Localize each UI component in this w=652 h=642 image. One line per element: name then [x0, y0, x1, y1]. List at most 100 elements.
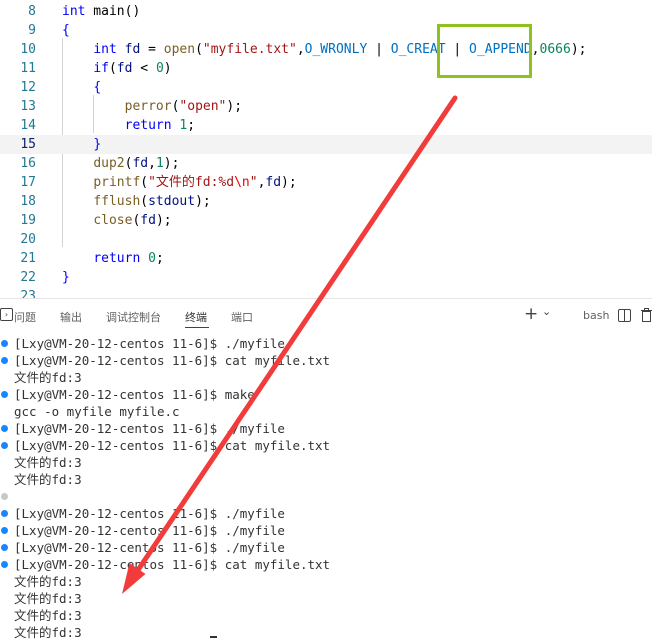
terminal-line: [Lxy@VM-20-12-centos 11-6]$ make [14, 387, 255, 402]
code-line[interactable]: 23 [0, 287, 652, 298]
code-line[interactable]: 20 [0, 230, 652, 249]
code-text: } [62, 268, 70, 287]
code-line[interactable]: 9{ [0, 21, 652, 40]
code-line[interactable]: 22} [0, 268, 652, 287]
code-text: perror("open"); [62, 97, 242, 116]
trash-icon[interactable] [641, 308, 652, 322]
code-token: if [93, 61, 109, 76]
terminal-line: [Lxy@VM-20-12-centos 11-6]$ ./myfile [14, 540, 285, 555]
code-line[interactable]: 12 { [0, 78, 652, 97]
terminal-line: [Lxy@VM-20-12-centos 11-6]$ ./myfile [14, 506, 285, 521]
line-number: 10 [20, 42, 36, 57]
code-text: if(fd < 0) [62, 59, 171, 78]
code-token: ); [570, 42, 587, 57]
code-text: } [62, 135, 101, 154]
line-number: 21 [20, 251, 36, 266]
command-status-icon[interactable] [1, 442, 8, 449]
panel-tab-bar: 问题 输出 调试控制台 终端 端口 + ⌄ › bash [0, 298, 652, 333]
code-text: int fd = open("myfile.txt",O_WRONLY | O_… [62, 40, 586, 59]
line-number: 15 [20, 137, 36, 152]
terminal-shell-icon: › [0, 308, 13, 321]
split-terminal-icon[interactable] [618, 309, 631, 322]
code-token: "myfile.txt" [202, 42, 297, 57]
code-line[interactable]: 8 int main() [0, 2, 652, 21]
terminal-cursor [210, 636, 217, 638]
shell-name[interactable]: bash [583, 309, 609, 322]
line-number: 23 [20, 289, 36, 298]
terminal-line: gcc -o myfile myfile.c [14, 404, 180, 419]
code-token: ; [187, 118, 196, 133]
code-text: { [62, 21, 70, 40]
chevron-down-icon[interactable]: ⌄ [542, 305, 551, 318]
code-line[interactable]: 13 perror("open"); [0, 97, 652, 116]
code-token: } [93, 137, 102, 152]
code-text: close(fd); [62, 211, 171, 230]
code-token: 1 [155, 156, 164, 171]
command-status-icon[interactable] [1, 340, 8, 347]
terminal-line: [Lxy@VM-20-12-centos 11-6]$ ./myfile [14, 336, 285, 351]
command-status-icon[interactable] [1, 510, 8, 517]
code-token: stdout [148, 194, 196, 209]
tab-terminal[interactable]: 终端 [185, 309, 207, 325]
code-line[interactable]: 14 return 1; [0, 116, 652, 135]
terminal-line: [Lxy@VM-20-12-centos 11-6]$ ./myfile [14, 523, 285, 538]
line-number: 8 [28, 4, 36, 19]
code-token: ; [155, 251, 164, 266]
command-status-icon[interactable] [1, 357, 8, 364]
code-token: "文件的fd:%d [148, 175, 235, 190]
terminal-line: 文件的fd:3 [14, 472, 82, 487]
line-number: 12 [20, 80, 36, 95]
command-status-icon[interactable] [1, 391, 8, 398]
code-text: fflush(stdout); [62, 192, 210, 211]
code-line[interactable]: 18 fflush(stdout); [0, 192, 652, 211]
code-editor[interactable]: 8 int main() 9{10 int fd = open("myfile.tx… [0, 0, 652, 298]
tab-problems[interactable]: 问题 [14, 309, 36, 325]
line-number: 20 [20, 232, 36, 247]
code-token: fflush [93, 194, 141, 209]
code-line[interactable]: 10 int fd = open("myfile.txt",O_WRONLY |… [0, 40, 652, 59]
terminal-output[interactable]: [Lxy@VM-20-12-centos 11-6]$ ./myfile [Lxy… [0, 332, 652, 642]
code-token: return [93, 251, 141, 266]
add-terminal-icon[interactable]: + [524, 304, 538, 324]
code-token: ); [226, 99, 243, 114]
line-number: 16 [20, 156, 36, 171]
code-token: ); [281, 175, 297, 190]
code-line[interactable]: 17 printf("文件的fd:%d\n",fd); [0, 173, 652, 192]
code-token: int [62, 4, 86, 19]
code-token: { [62, 23, 70, 38]
code-token: O_WRONLY [304, 42, 368, 57]
tab-debug-console[interactable]: 调试控制台 [106, 309, 161, 325]
code-token: main() [85, 4, 141, 19]
command-status-icon[interactable] [1, 544, 8, 551]
code-token: O_APPEND [469, 42, 532, 57]
code-text: { [62, 78, 101, 97]
code-token: ( [108, 61, 117, 76]
code-token: fd [265, 175, 282, 190]
code-line[interactable]: 16 dup2(fd,1); [0, 154, 652, 173]
terminal-line: [Lxy@VM-20-12-centos 11-6]$ cat myfile.t… [14, 557, 331, 572]
tab-ports[interactable]: 端口 [231, 309, 253, 325]
code-token: 0 [155, 61, 164, 76]
command-status-icon[interactable] [1, 561, 8, 568]
code-line[interactable]: 19 close(fd); [0, 211, 652, 230]
terminal-line: [Lxy@VM-20-12-centos 11-6]$ cat myfile.t… [14, 353, 331, 368]
code-token: } [62, 270, 70, 285]
command-separator-icon[interactable] [1, 493, 8, 500]
code-line[interactable]: 11 if(fd < 0) [0, 59, 652, 78]
code-token: close [93, 213, 133, 228]
terminal-line: 文件的fd:3 [14, 591, 82, 606]
command-status-icon[interactable] [1, 527, 8, 534]
code-line[interactable]: 15 } [0, 135, 652, 154]
code-token: dup2 [93, 156, 125, 171]
code-line[interactable]: 21 return 0; [0, 249, 652, 268]
code-token: | [445, 42, 470, 57]
command-status-icon[interactable] [1, 425, 8, 432]
line-number: 11 [20, 61, 36, 76]
tab-output[interactable]: 输出 [60, 309, 82, 325]
